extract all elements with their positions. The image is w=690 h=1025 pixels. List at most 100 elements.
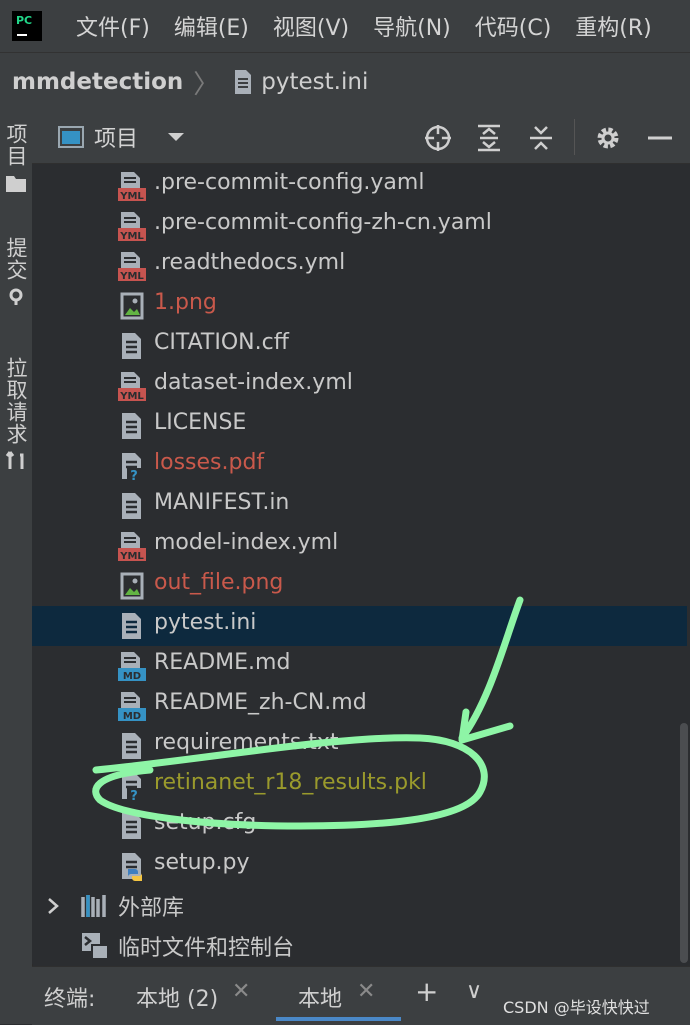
sidebar-tab-label: 项目 xyxy=(4,123,28,167)
breadcrumb-project[interactable]: mmdetection xyxy=(12,69,183,95)
new-terminal-icon[interactable]: + xyxy=(415,975,438,1008)
chevron-right-icon[interactable] xyxy=(46,897,60,915)
file-name: 1.png xyxy=(154,290,217,315)
text-file-icon xyxy=(235,70,252,94)
svg-text:?: ? xyxy=(130,789,138,801)
unknown-file-icon: ? xyxy=(122,453,141,481)
text-file-icon xyxy=(122,493,141,519)
menu-bar: PC 文件(F) 编辑(E) 视图(V) 导航(N) 代码(C) 重构(R) xyxy=(0,0,690,52)
sidebar-tab-label: 拉取请求 xyxy=(4,357,28,445)
yml-file-icon: YML xyxy=(118,252,146,281)
breadcrumb: mmdetection 〉 pytest.ini xyxy=(0,52,690,112)
menu-file[interactable]: 文件(F) xyxy=(76,10,150,42)
active-tab-indicator xyxy=(276,1017,401,1021)
menu-view[interactable]: 视图(V) xyxy=(273,10,349,42)
text-file-icon xyxy=(122,413,141,439)
yml-file-icon: YML xyxy=(118,172,146,201)
tree-item[interactable]: LICENSE xyxy=(32,406,687,446)
tree-item[interactable]: ? losses.pdf xyxy=(32,446,687,486)
menu-edit[interactable]: 编辑(E) xyxy=(174,10,249,42)
text-file-icon xyxy=(122,813,141,839)
tree-item[interactable]: YML dataset-index.yml xyxy=(32,366,687,406)
file-name: setup.cfg xyxy=(154,810,257,835)
tree-item[interactable]: MD README.md xyxy=(32,646,687,686)
file-name: README.md xyxy=(154,650,291,675)
tree-item-scratches[interactable]: 临时文件和控制台 xyxy=(32,926,687,966)
tree-item[interactable]: 1.png xyxy=(32,286,687,326)
commit-icon xyxy=(9,288,23,305)
tree-item[interactable]: YML .pre-commit-config.yaml xyxy=(32,166,687,206)
text-file-icon xyxy=(122,333,141,359)
tree-item[interactable]: YML .readthedocs.yml xyxy=(32,246,687,286)
image-file-icon xyxy=(120,292,144,320)
text-file-icon xyxy=(122,733,141,759)
chevron-down-icon[interactable] xyxy=(166,130,186,144)
tree-item[interactable]: CITATION.cff xyxy=(32,326,687,366)
terminal-tab-local-2[interactable]: 本地 (2) xyxy=(136,981,218,1013)
sidebar-tab-project[interactable]: 项目 xyxy=(0,123,32,193)
terminal-tab-local[interactable]: 本地 xyxy=(298,981,342,1013)
terminal-label: 终端: xyxy=(44,987,96,1012)
python-file-icon xyxy=(122,853,142,881)
breadcrumb-file[interactable]: pytest.ini xyxy=(261,69,368,95)
hide-panel-icon[interactable] xyxy=(645,123,675,153)
folder-icon xyxy=(6,176,26,192)
tree-item[interactable]: setup.py xyxy=(32,846,687,886)
file-name: requirements.txt xyxy=(154,730,339,755)
gear-icon[interactable] xyxy=(593,123,623,153)
file-name: setup.py xyxy=(154,850,250,875)
yml-file-icon: YML xyxy=(118,372,146,401)
tree-item[interactable]: requirements.txt xyxy=(32,726,687,766)
chevron-down-icon[interactable]: ∨ xyxy=(466,979,482,1004)
file-name: LICENSE xyxy=(154,410,247,435)
project-view-icon xyxy=(58,126,84,148)
file-name: dataset-index.yml xyxy=(154,370,353,395)
close-icon[interactable]: ✕ xyxy=(357,979,375,1004)
md-file-icon: MD xyxy=(118,692,146,721)
file-name: pytest.ini xyxy=(154,610,257,635)
tree-item[interactable]: MANIFEST.in xyxy=(32,486,687,526)
expand-all-icon[interactable] xyxy=(474,123,504,153)
yml-file-icon: YML xyxy=(118,212,146,241)
left-tool-strip: 项目 提交 拉取请求 xyxy=(0,111,33,1024)
tree-item[interactable]: out_file.png xyxy=(32,566,687,606)
panel-title[interactable]: 项目 xyxy=(94,121,138,153)
tree-item-external-libraries[interactable]: 外部库 xyxy=(32,886,687,926)
tree-item[interactable]: MD README_zh-CN.md xyxy=(32,686,687,726)
svg-text:MD: MD xyxy=(123,671,141,681)
tree-item[interactable]: YML .pre-commit-config-zh-cn.yaml xyxy=(32,206,687,246)
collapse-all-icon[interactable] xyxy=(526,123,556,153)
image-file-icon xyxy=(120,572,144,600)
tree-item-selected[interactable]: pytest.ini xyxy=(32,606,687,646)
scratches-label: 临时文件和控制台 xyxy=(118,936,295,961)
menu-navigate[interactable]: 导航(N) xyxy=(373,10,451,42)
sidebar-tab-label: 提交 xyxy=(4,237,28,281)
locate-file-icon[interactable] xyxy=(423,123,453,153)
file-name: retinanet_r18_results.pkl xyxy=(154,770,427,795)
pycharm-logo-icon[interactable]: PC xyxy=(10,9,44,43)
unknown-file-icon: ? xyxy=(122,773,141,801)
tree-scrollbar[interactable] xyxy=(680,723,688,963)
svg-text:YML: YML xyxy=(119,271,144,281)
breadcrumb-separator-icon: 〉 xyxy=(193,69,220,100)
svg-text:YML: YML xyxy=(119,191,144,201)
sidebar-tab-commit[interactable]: 提交 xyxy=(0,237,32,305)
text-file-icon xyxy=(122,613,141,639)
project-tree: YML .pre-commit-config.yaml YML .pre-com… xyxy=(32,164,687,964)
file-name: out_file.png xyxy=(154,570,284,595)
yml-file-icon: YML xyxy=(118,532,146,561)
menu-refactor[interactable]: 重构(R) xyxy=(575,10,651,42)
tree-item[interactable]: YML model-index.yml xyxy=(32,526,687,566)
project-panel-header: 项目 xyxy=(32,111,690,164)
scratches-console-icon xyxy=(82,933,109,960)
menu-code[interactable]: 代码(C) xyxy=(475,10,552,42)
tree-item[interactable]: ? retinanet_r18_results.pkl xyxy=(32,766,687,806)
file-name: .readthedocs.yml xyxy=(154,250,346,275)
sidebar-tab-pull-requests[interactable]: 拉取请求 xyxy=(0,357,32,471)
external-libraries-label: 外部库 xyxy=(118,896,185,921)
tree-item[interactable]: setup.cfg xyxy=(32,806,687,846)
svg-text:?: ? xyxy=(130,469,138,481)
svg-text:YML: YML xyxy=(119,231,144,241)
file-name: losses.pdf xyxy=(154,450,265,475)
close-icon[interactable]: ✕ xyxy=(232,979,250,1004)
